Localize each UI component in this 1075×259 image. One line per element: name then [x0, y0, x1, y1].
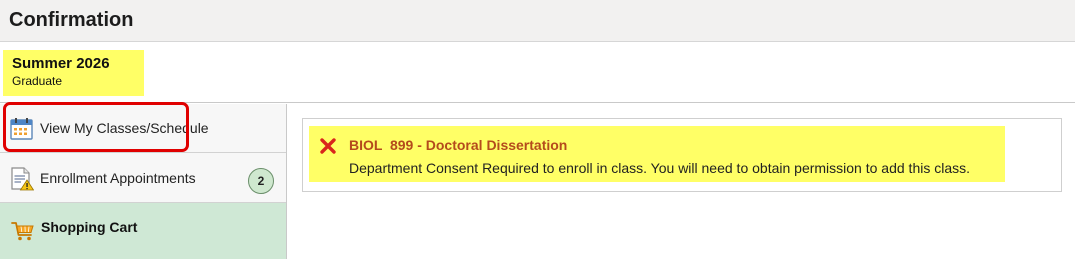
- sidebar-item-label: Enrollment Appointments: [40, 170, 196, 186]
- sidebar-item-view-my-classes[interactable]: View My Classes/Schedule: [0, 104, 286, 153]
- error-message: BIOL 899 - Doctoral Dissertation Departm…: [309, 126, 1005, 182]
- main-content: BIOL 899 - Doctoral Dissertation Departm…: [288, 104, 1075, 259]
- message-title: BIOL 899 - Doctoral Dissertation: [349, 137, 568, 153]
- page-title: Confirmation: [9, 9, 134, 31]
- sidebar-nav: View My Classes/Schedule Enrollment Appo…: [0, 104, 287, 259]
- document-warning-icon: [10, 167, 35, 191]
- message-text: Department Consent Required to enroll in…: [349, 160, 971, 176]
- sidebar-item-label: View My Classes/Schedule: [40, 120, 209, 136]
- term-bar: Summer 2026 Graduate: [0, 43, 1075, 103]
- calendar-icon: [10, 117, 34, 141]
- term-info: Summer 2026 Graduate: [3, 50, 144, 96]
- sidebar-item-shopping-cart[interactable]: Shopping Cart: [0, 203, 286, 259]
- error-x-icon: [319, 137, 337, 155]
- term-career: Graduate: [12, 74, 63, 88]
- sidebar-item-label: Shopping Cart: [41, 219, 138, 235]
- page-header: Confirmation: [0, 0, 1075, 42]
- shopping-cart-icon: [11, 219, 35, 243]
- term-name: Summer 2026: [12, 55, 110, 72]
- message-panel: BIOL 899 - Doctoral Dissertation Departm…: [302, 118, 1062, 192]
- appointment-count-badge: 2: [248, 168, 274, 194]
- sidebar-item-enrollment-appointments[interactable]: Enrollment Appointments 2: [0, 153, 286, 203]
